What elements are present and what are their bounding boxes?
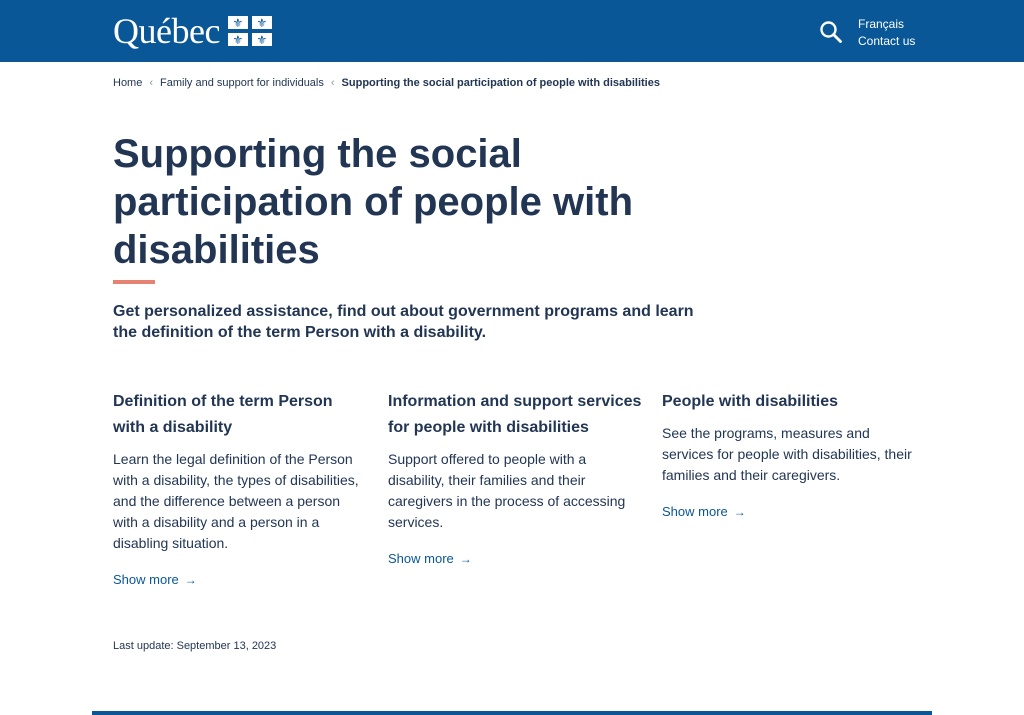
arrow-right-icon: → xyxy=(459,552,472,566)
arrow-right-icon: → xyxy=(733,505,746,519)
show-more-label: Show more xyxy=(113,572,179,587)
card-title[interactable]: People with disabilities xyxy=(662,389,917,415)
card-description: Support offered to people with a disabil… xyxy=(388,451,626,530)
page-lead-text: Get personalized assistance, find out ab… xyxy=(113,303,694,341)
card-title[interactable]: Information and support services for peo… xyxy=(388,389,643,441)
fleur-de-lis-icon: ⚜ xyxy=(251,16,272,29)
card-description: See the programs, measures and services … xyxy=(662,425,912,483)
contact-us-link[interactable]: Contact us xyxy=(858,34,915,48)
breadcrumb-current-page: Supporting the social participation of p… xyxy=(341,77,660,89)
page-title: Supporting the social participation of p… xyxy=(113,132,633,272)
show-more-label: Show more xyxy=(388,551,454,566)
card-description: Learn the legal definition of the Person… xyxy=(113,451,359,551)
last-update-text: Last update: September 13, 2023 xyxy=(113,640,277,652)
breadcrumb-separator-icon: ‹ xyxy=(330,77,335,89)
fleur-de-lis-icon: ⚜ xyxy=(227,16,248,29)
breadcrumb-home-link[interactable]: Home xyxy=(113,77,142,89)
show-more-label: Show more xyxy=(662,504,728,519)
title-accent-rule xyxy=(113,280,155,284)
show-more-link[interactable]: Show more → xyxy=(662,504,746,519)
language-toggle-link[interactable]: Français xyxy=(858,17,904,31)
card-people-with-disabilities: People with disabilities See the program… xyxy=(662,389,917,521)
search-icon xyxy=(820,21,842,43)
show-more-link[interactable]: Show more → xyxy=(388,551,472,566)
card-information-support: Information and support services for peo… xyxy=(388,389,643,568)
fleur-de-lis-icon: ⚜ xyxy=(227,33,248,46)
breadcrumb: Home ‹ Family and support for individual… xyxy=(113,77,660,89)
card-title[interactable]: Definition of the term Person with a dis… xyxy=(113,389,368,441)
arrow-right-icon: → xyxy=(184,573,197,587)
breadcrumb-family-support-link[interactable]: Family and support for individuals xyxy=(160,77,324,89)
breadcrumb-separator-icon: ‹ xyxy=(149,77,154,89)
site-header: Québec ⚜ ⚜ ⚜ ⚜ Français Contact us xyxy=(0,0,1024,62)
search-button[interactable] xyxy=(819,20,843,44)
quebec-logo[interactable]: Québec ⚜ ⚜ ⚜ ⚜ xyxy=(113,11,272,51)
logo-wordmark: Québec xyxy=(113,11,220,51)
fleurdelise-flag-icon: ⚜ ⚜ ⚜ ⚜ xyxy=(227,16,272,46)
card-definition: Definition of the term Person with a dis… xyxy=(113,389,368,589)
show-more-link[interactable]: Show more → xyxy=(113,572,197,587)
fleur-de-lis-icon: ⚜ xyxy=(251,33,272,46)
footer-top-border xyxy=(92,711,932,715)
